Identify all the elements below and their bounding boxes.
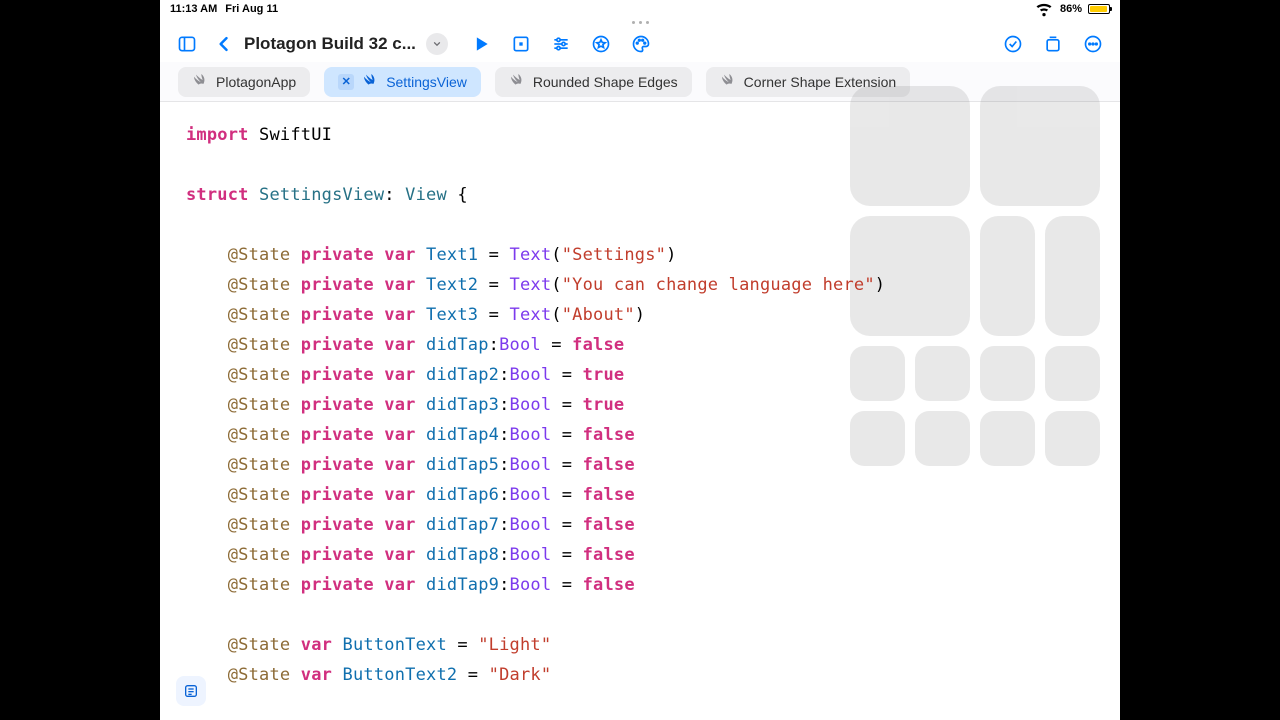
status-date: Fri Aug 11: [225, 3, 278, 15]
tab-rounded-shape-edges[interactable]: Rounded Shape Edges: [495, 67, 692, 97]
sidebar-toggle-button[interactable]: [170, 29, 204, 59]
back-button[interactable]: [210, 29, 238, 59]
tab-corner-shape-extension[interactable]: Corner Shape Extension: [706, 67, 911, 97]
swift-icon: [362, 72, 378, 91]
status-bar: 11:13 AM Fri Aug 11 86%: [160, 0, 1120, 18]
tab-plotagonapp[interactable]: PlotagonApp: [178, 67, 310, 97]
scheme-dropdown[interactable]: [426, 33, 448, 55]
run-button[interactable]: [464, 29, 498, 59]
palette-button[interactable]: [624, 29, 658, 59]
status-time: 11:13 AM: [170, 3, 217, 15]
star-button[interactable]: [584, 29, 618, 59]
tab-settingsview[interactable]: ✕ SettingsView: [324, 67, 481, 97]
battery-percent: 86%: [1060, 3, 1082, 15]
tab-label: Rounded Shape Edges: [533, 74, 678, 90]
code-editor[interactable]: import SwiftUI struct SettingsView: View…: [160, 102, 1120, 690]
tab-label: PlotagonApp: [216, 74, 296, 90]
swift-icon: [192, 72, 208, 91]
library-button[interactable]: [1036, 29, 1070, 59]
settings-sliders-button[interactable]: [544, 29, 578, 59]
tab-label: SettingsView: [386, 74, 467, 90]
checkmark-button[interactable]: [996, 29, 1030, 59]
toolbar: Plotagon Build 32 c...: [160, 26, 1120, 62]
ipad-screen: 11:13 AM Fri Aug 11 86% Plotagon Build 3…: [160, 0, 1120, 720]
project-title[interactable]: Plotagon Build 32 c...: [244, 34, 416, 54]
quick-open-button[interactable]: [176, 676, 206, 706]
stop-button[interactable]: [504, 29, 538, 59]
wifi-icon: [1034, 0, 1054, 21]
tab-strip: PlotagonApp ✕ SettingsView Rounded Shape…: [160, 62, 1120, 102]
battery-icon: [1088, 4, 1110, 14]
tab-label: Corner Shape Extension: [744, 74, 897, 90]
close-tab-button[interactable]: ✕: [338, 74, 354, 90]
window-grab-handle[interactable]: [160, 18, 1120, 26]
more-button[interactable]: [1076, 29, 1110, 59]
swift-icon: [509, 72, 525, 91]
swift-icon: [720, 72, 736, 91]
